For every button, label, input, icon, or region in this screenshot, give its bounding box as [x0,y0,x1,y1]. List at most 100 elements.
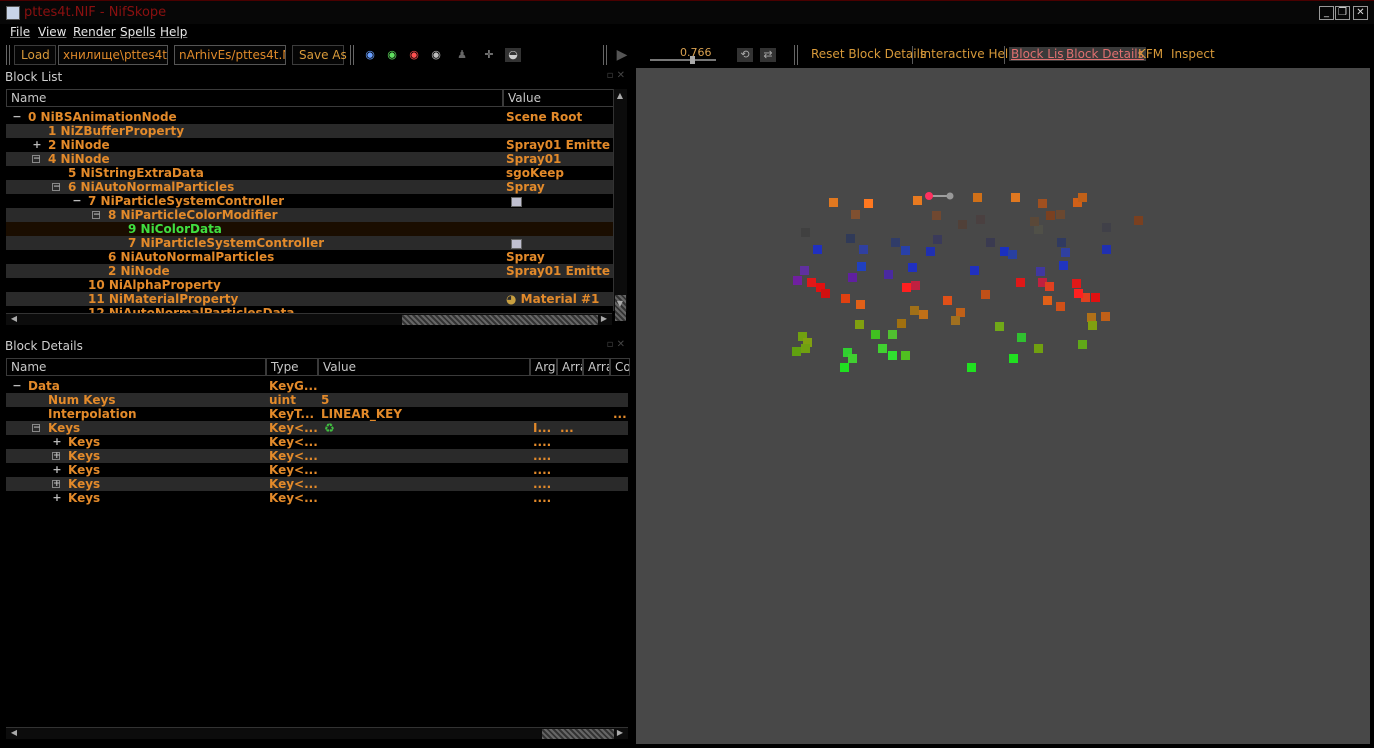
scroll-right-icon[interactable]: ▶ [614,728,626,737]
time-slider[interactable]: 0.766 [650,46,720,64]
tree-row[interactable]: −7 NiParticleSystemController [6,194,613,208]
expand-toggle-icon[interactable]: − [32,424,41,433]
tree-row[interactable]: 2 NiNode Spray01 Emitter [6,264,613,278]
block-list-toggle[interactable]: Block List [1009,47,1071,61]
expand-toggle-icon[interactable]: − [52,183,61,192]
expand-toggle-icon[interactable]: − [92,211,101,220]
expand-toggle-icon[interactable]: − [72,194,82,207]
refresh-icon[interactable]: ♻ [324,421,335,435]
column-header-name[interactable]: Name [6,89,503,107]
axes-icon[interactable]: ✛ [481,48,497,62]
tree-row[interactable]: 7 NiParticleSystemController [6,236,613,250]
block-list-hscroll[interactable]: ◀ ▶ [6,313,612,325]
menu-render[interactable]: Render [73,25,116,39]
column-header-name[interactable]: Name [6,358,266,376]
load-path-input[interactable]: хнилище\pttes4t.NIF [58,45,168,65]
scroll-left-icon[interactable]: ◀ [8,728,20,737]
detail-row[interactable]: + Keys Key<....... [6,435,628,449]
tree-row[interactable]: −8 NiParticleColorModifier [6,208,613,222]
tree-row[interactable]: −0 NiBSAnimationNode Scene Root [6,110,613,124]
switch-icon[interactable]: ⇄ [760,48,776,62]
detail-row[interactable]: + Keys Key<....... [6,477,628,491]
toolbar-grip[interactable] [6,45,10,65]
window-title: pttes4t.NIF - NifSkope [24,5,167,20]
tree-row[interactable]: −4 NiNode Spray01 [6,152,613,166]
panel-float-close-icon[interactable]: ▫ ✕ [607,339,625,350]
render-viewport[interactable] [636,68,1370,744]
particle [902,283,911,292]
load-button[interactable]: Load [14,45,56,65]
tree-row[interactable]: 5 NiStringExtraData sgoKeep [6,166,613,180]
expand-toggle-icon[interactable]: + [52,480,61,489]
detail-row[interactable]: − Keys Key<... ♻ I...... [6,421,628,435]
toolbar-grip[interactable] [794,45,798,65]
close-button[interactable]: ✕ [1353,6,1368,20]
detail-row[interactable]: + Keys Key<....... [6,449,628,463]
column-header-value[interactable]: Value [503,89,615,107]
expand-toggle-icon[interactable]: + [52,435,62,448]
block-name: 7 NiParticleSystemController [88,194,285,208]
scroll-thumb[interactable] [542,729,614,739]
eye-white-icon[interactable]: ◉ [428,48,444,62]
scroll-left-icon[interactable]: ◀ [8,314,20,323]
inspect-button[interactable]: Inspect [1171,47,1215,61]
column-header-value[interactable]: Value [318,358,530,376]
reset-block-details-button[interactable]: Reset Block Details [811,47,926,61]
scroll-up-icon[interactable]: ▲ [614,91,626,100]
particle [970,266,979,275]
toolbar-grip[interactable] [603,45,607,65]
panel-float-close-icon[interactable]: ▫ ✕ [607,70,625,81]
column-header-type[interactable]: Type [266,358,318,376]
save-path-input[interactable]: nArhivEs/pttes4t.NIF [174,45,286,65]
expand-toggle-icon[interactable]: + [52,463,62,476]
save-as-button[interactable]: Save As [292,45,347,65]
column-header-argument[interactable]: Argu [530,358,557,376]
scroll-down-icon[interactable]: ▼ [614,299,626,308]
tree-row[interactable]: +2 NiNode Spray01 Emitter [6,138,613,152]
expand-toggle-icon[interactable]: + [52,491,62,504]
tree-row[interactable]: 1 NiZBufferProperty [6,124,613,138]
column-header-array2[interactable]: Arra [583,358,610,376]
minimize-button[interactable]: _ [1319,6,1334,20]
expand-toggle-icon[interactable]: + [32,138,42,151]
particle [821,289,830,298]
tree-row[interactable]: 9 NiColorData [6,222,613,236]
scroll-right-icon[interactable]: ▶ [598,314,610,323]
slider-handle[interactable] [690,56,695,64]
play-icon[interactable]: ▶ [614,48,630,62]
expand-toggle-icon[interactable]: − [12,110,22,123]
menu-help[interactable]: Help [160,25,187,39]
eye-red-icon[interactable]: ◉ [406,48,422,62]
column-header-condition[interactable]: Cor [610,358,630,376]
eye-blue-icon[interactable]: ◉ [362,48,378,62]
particle [807,278,816,287]
detail-row[interactable]: + Keys Key<....... [6,491,628,505]
kfm-button[interactable]: KFM [1138,47,1163,61]
lighting-icon[interactable]: ◒ [505,48,521,62]
tree-row[interactable]: 11 NiMaterialProperty ◕ Material #1 [6,292,613,306]
expand-toggle-icon[interactable]: − [32,155,41,164]
detail-row[interactable]: − Data KeyG... [6,379,628,393]
menu-view[interactable]: View [38,25,66,39]
detail-row[interactable]: Num Keys uint 5 [6,393,628,407]
block-list-vscroll[interactable]: ▲ ▼ [613,89,627,321]
menu-spells[interactable]: Spells [120,25,156,39]
detail-row[interactable]: + Keys Key<....... [6,463,628,477]
expand-toggle-icon[interactable]: + [52,452,61,461]
maximize-button[interactable]: ❐ [1335,6,1350,20]
column-header-array1[interactable]: Arra [557,358,583,376]
interactive-help-button[interactable]: Interactive Help [920,47,1016,61]
block-details-hscroll[interactable]: ◀ ▶ [6,727,628,739]
toolbar-grip[interactable] [350,45,354,65]
figure-icon[interactable]: ♟ [454,48,470,62]
tree-row[interactable]: −6 NiAutoNormalParticles Spray [6,180,613,194]
loop-icon[interactable]: ⟲ [737,48,753,62]
menu-file[interactable]: File [10,25,30,39]
block-details-toggle[interactable]: Block Details [1064,47,1146,61]
detail-row[interactable]: Interpolation KeyT... LINEAR_KEY... [6,407,628,421]
expand-toggle-icon[interactable]: − [12,379,22,392]
scroll-thumb[interactable] [402,315,598,325]
eye-green-icon[interactable]: ◉ [384,48,400,62]
tree-row[interactable]: 10 NiAlphaProperty [6,278,613,292]
tree-row[interactable]: 6 NiAutoNormalParticles Spray [6,250,613,264]
